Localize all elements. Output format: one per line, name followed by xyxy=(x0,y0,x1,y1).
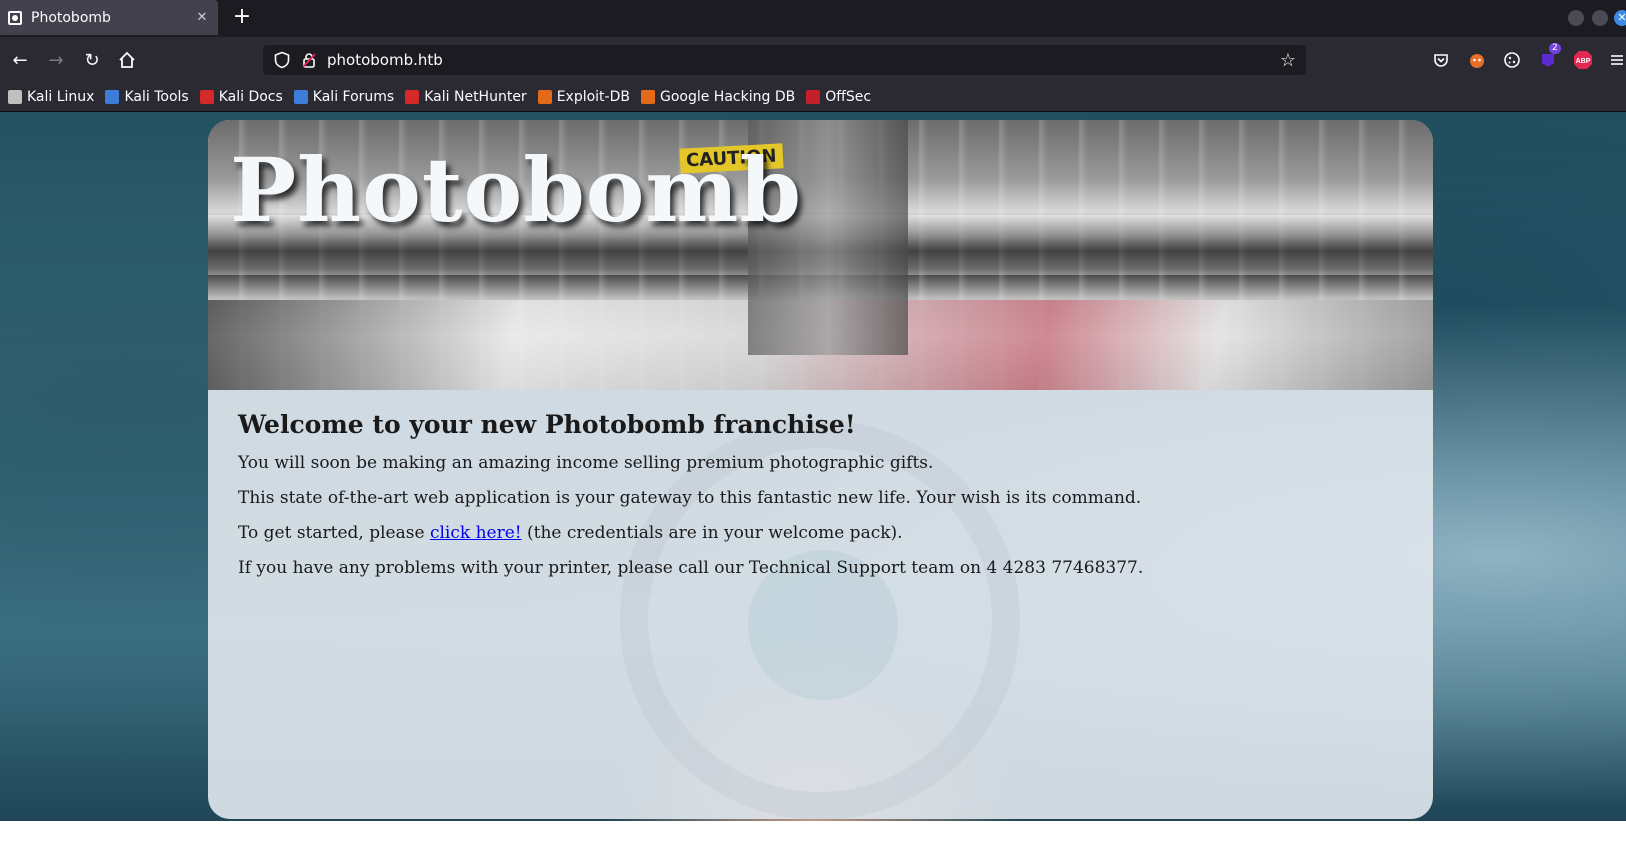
bookmark-kali-docs[interactable]: Kali Docs xyxy=(199,89,283,105)
kali-tools-icon xyxy=(105,90,120,104)
maximize-button[interactable] xyxy=(1592,10,1608,26)
bookmark-kali-tools[interactable]: Kali Tools xyxy=(105,89,189,105)
window-close-button[interactable]: ✕ xyxy=(1614,10,1626,26)
bookmark-label: Kali Forums xyxy=(312,89,395,105)
bookmark-exploit-db[interactable]: Exploit-DB xyxy=(537,89,630,105)
bookmark-kali-nethunter[interactable]: Kali NetHunter xyxy=(405,89,527,105)
bookmark-kali-linux[interactable]: Kali Linux xyxy=(8,89,94,105)
welcome-content: Welcome to your new Photobomb franchise!… xyxy=(238,410,1398,593)
bookmark-kali-forums[interactable]: Kali Forums xyxy=(293,89,395,105)
page-title: Photobomb xyxy=(230,138,803,242)
offsec-icon xyxy=(806,90,821,104)
plus-icon[interactable]: + xyxy=(230,6,254,30)
get-started-suffix: (the credentials are in your welcome pac… xyxy=(521,523,903,543)
tab-photobomb[interactable]: Photobomb ✕ xyxy=(0,0,218,35)
bookmark-label: Kali Tools xyxy=(124,89,189,105)
click-here-link[interactable]: click here! xyxy=(430,523,522,543)
foxyproxy-icon[interactable] xyxy=(1466,49,1488,71)
navigation-toolbar: ← → ↻ photobomb.htb ☆ 2 ABP xyxy=(0,37,1626,83)
close-icon[interactable]: ✕ xyxy=(194,10,210,25)
menu-icon[interactable] xyxy=(1606,49,1626,71)
bookmark-label: OffSec xyxy=(825,89,872,105)
url-bar[interactable]: photobomb.htb ☆ xyxy=(263,45,1306,75)
kali-docs-icon xyxy=(199,90,214,104)
gateway-paragraph: This state of-the-art web application is… xyxy=(238,488,1142,508)
bookmark-label: Exploit-DB xyxy=(556,89,630,105)
kali-forums-icon xyxy=(293,90,308,104)
adblock-label: ABP xyxy=(1576,58,1591,65)
arrow-right-icon[interactable]: → xyxy=(42,46,70,74)
tab-bar: Photobomb ✕ + ✕ xyxy=(0,0,1626,37)
home-icon[interactable] xyxy=(113,46,141,74)
get-started-paragraph: To get started, please click here! (the … xyxy=(238,523,1398,544)
page-viewport: CAUTION Photobomb Welcome to your new Ph… xyxy=(0,112,1626,851)
extension-badge-icon[interactable]: 2 xyxy=(1537,43,1561,71)
content-card: CAUTION Photobomb Welcome to your new Ph… xyxy=(208,120,1433,819)
nethunter-icon xyxy=(405,90,420,104)
adblock-icon[interactable]: ABP xyxy=(1572,49,1594,71)
arrow-left-icon[interactable]: ← xyxy=(6,46,34,74)
cookie-icon[interactable] xyxy=(1501,49,1523,71)
bookmark-label: Kali Docs xyxy=(218,89,283,105)
bookmark-offsec[interactable]: OffSec xyxy=(806,89,871,105)
kali-dragon-icon xyxy=(8,90,22,104)
bookmark-star-icon[interactable]: ☆ xyxy=(1280,50,1296,71)
welcome-heading: Welcome to your new Photobomb franchise! xyxy=(238,410,856,439)
bookmark-label: Kali NetHunter xyxy=(424,89,527,105)
support-paragraph: If you have any problems with your print… xyxy=(238,558,1144,578)
bookmarks-toolbar: Kali Linux Kali Tools Kali Docs Kali For… xyxy=(0,83,1626,112)
extension-badge-count: 2 xyxy=(1549,43,1561,54)
tab-title: Photobomb xyxy=(31,9,111,26)
reload-icon[interactable]: ↻ xyxy=(78,46,106,74)
url-text[interactable]: photobomb.htb xyxy=(327,51,1280,69)
minimize-button[interactable] xyxy=(1568,10,1584,26)
camera-icon xyxy=(8,10,22,25)
exploit-db-icon xyxy=(537,90,552,104)
ghdb-icon xyxy=(640,90,655,104)
get-started-prefix: To get started, please xyxy=(238,523,430,543)
lock-insecure-icon[interactable] xyxy=(301,52,317,68)
shield-icon[interactable] xyxy=(273,51,291,69)
page-bottom-edge xyxy=(0,821,1626,851)
bookmark-label: Kali Linux xyxy=(27,89,95,105)
intro-paragraph: You will soon be making an amazing incom… xyxy=(238,453,934,473)
pocket-icon[interactable] xyxy=(1430,49,1452,71)
bookmark-google-hacking-db[interactable]: Google Hacking DB xyxy=(640,89,796,105)
hero-banner: CAUTION Photobomb xyxy=(208,120,1433,390)
bookmark-label: Google Hacking DB xyxy=(659,89,796,105)
